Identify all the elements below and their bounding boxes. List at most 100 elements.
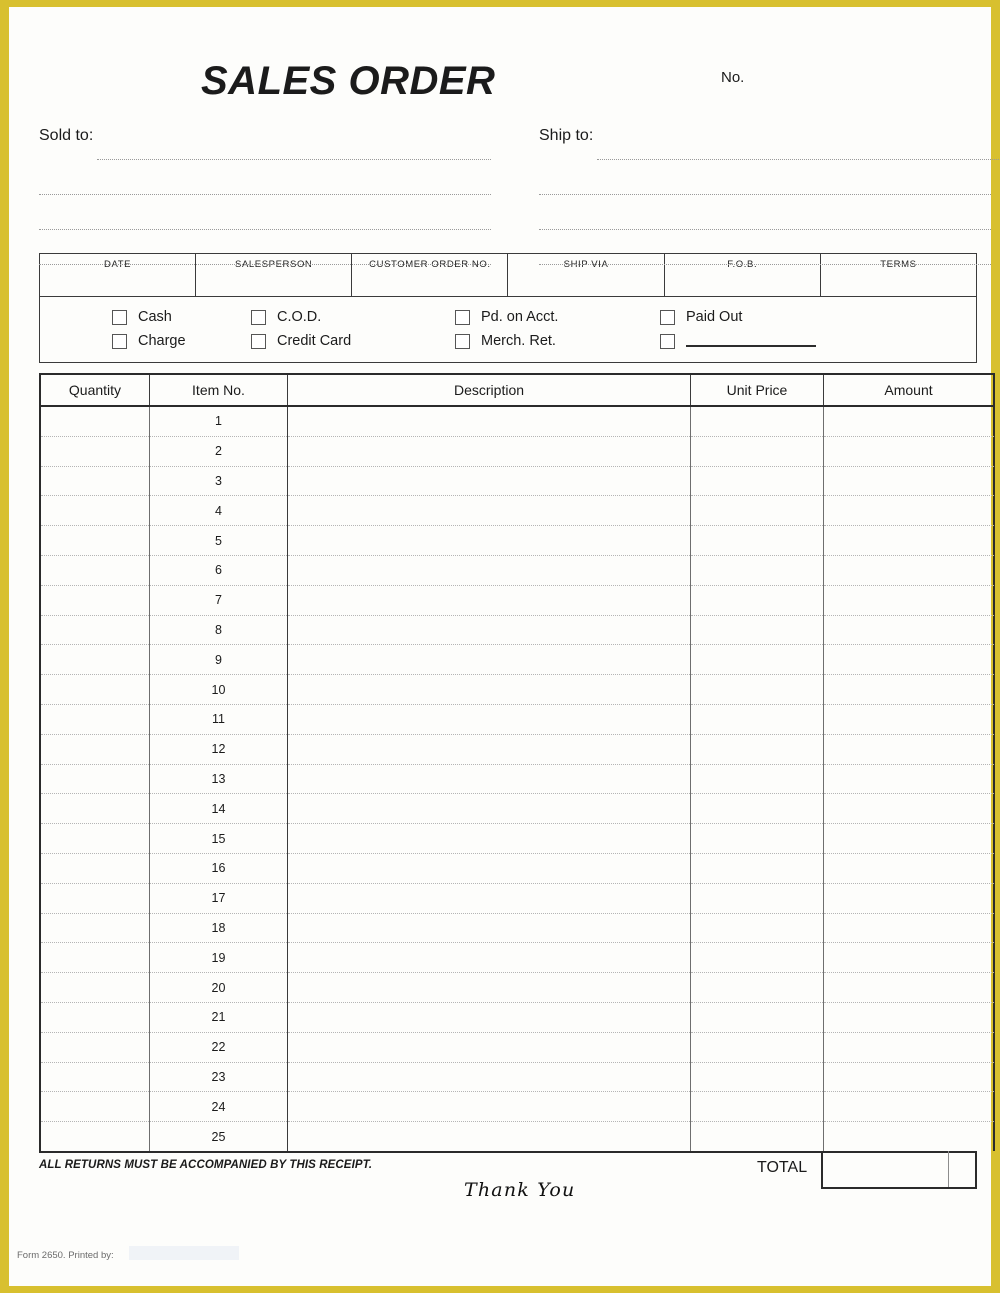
cell-description[interactable] <box>690 555 824 586</box>
cell-description[interactable] <box>690 942 824 974</box>
cell-description[interactable] <box>690 406 824 437</box>
cell-quantity[interactable] <box>39 853 150 884</box>
sold-to-line-4[interactable] <box>39 230 491 265</box>
payment-option-merch-ret[interactable]: Merch. Ret. <box>450 333 655 349</box>
cell-unit-price[interactable] <box>823 823 995 854</box>
cell-item-no[interactable] <box>287 1062 691 1093</box>
cell-quantity[interactable] <box>39 555 150 586</box>
cell-description[interactable] <box>690 1062 824 1093</box>
cell-quantity[interactable] <box>39 615 150 646</box>
cell-item-no[interactable] <box>287 704 691 735</box>
ship-to-line-2[interactable] <box>539 160 991 195</box>
cell-description[interactable] <box>690 972 824 1003</box>
cell-quantity[interactable] <box>39 406 150 437</box>
cell-unit-price[interactable] <box>823 1002 995 1033</box>
cell-item-no[interactable] <box>287 585 691 616</box>
payment-option-paid-out[interactable]: Paid Out <box>655 309 955 325</box>
cell-quantity[interactable] <box>39 674 150 705</box>
cell-description[interactable] <box>690 674 824 705</box>
cell-unit-price[interactable] <box>823 1032 995 1063</box>
cell-item-no[interactable] <box>287 406 691 437</box>
cell-unit-price[interactable] <box>823 436 995 467</box>
cell-unit-price[interactable] <box>823 495 995 527</box>
cell-unit-price[interactable] <box>823 1091 995 1123</box>
payment-option-charge[interactable]: Charge <box>40 333 245 349</box>
cell-description[interactable] <box>690 644 824 676</box>
cell-item-no[interactable] <box>287 793 691 825</box>
cell-quantity[interactable] <box>39 972 150 1003</box>
payment-option-other[interactable] <box>655 333 955 349</box>
cell-unit-price[interactable] <box>823 1121 995 1151</box>
payment-option-cod[interactable]: C.O.D. <box>245 309 450 325</box>
cell-unit-price[interactable] <box>823 644 995 676</box>
sold-to-line-3[interactable] <box>39 195 491 230</box>
cell-quantity[interactable] <box>39 525 150 556</box>
cell-quantity[interactable] <box>39 793 150 825</box>
cell-quantity[interactable] <box>39 644 150 676</box>
checkbox-icon[interactable] <box>660 333 675 349</box>
checkbox-icon[interactable] <box>251 309 266 325</box>
cell-description[interactable] <box>690 853 824 884</box>
cell-quantity[interactable] <box>39 704 150 735</box>
cell-item-no[interactable] <box>287 1002 691 1033</box>
cell-description[interactable] <box>690 615 824 646</box>
cell-unit-price[interactable] <box>823 883 995 914</box>
cell-description[interactable] <box>690 495 824 527</box>
checkbox-icon[interactable] <box>455 333 470 349</box>
cell-item-no[interactable] <box>287 1121 691 1151</box>
sold-to-line-2[interactable] <box>39 160 491 195</box>
cell-unit-price[interactable] <box>823 466 995 497</box>
cell-item-no[interactable] <box>287 734 691 765</box>
cell-unit-price[interactable] <box>823 1062 995 1093</box>
cell-description[interactable] <box>690 1121 824 1151</box>
payment-option-cash[interactable]: Cash <box>40 309 245 325</box>
cell-quantity[interactable] <box>39 764 150 795</box>
cell-item-no[interactable] <box>287 525 691 556</box>
cell-unit-price[interactable] <box>823 853 995 884</box>
cell-item-no[interactable] <box>287 644 691 676</box>
cell-description[interactable] <box>690 823 824 854</box>
cell-quantity[interactable] <box>39 823 150 854</box>
cell-description[interactable] <box>690 585 824 616</box>
cell-unit-price[interactable] <box>823 942 995 974</box>
cell-item-no[interactable] <box>287 764 691 795</box>
cell-quantity[interactable] <box>39 585 150 616</box>
cell-item-no[interactable] <box>287 883 691 914</box>
cell-description[interactable] <box>690 883 824 914</box>
cell-description[interactable] <box>690 525 824 556</box>
cell-quantity[interactable] <box>39 883 150 914</box>
cell-item-no[interactable] <box>287 436 691 467</box>
ship-to-line-4[interactable] <box>539 230 991 265</box>
ship-to-line-3[interactable] <box>539 195 991 230</box>
ship-to-line-1[interactable] <box>597 125 1000 160</box>
sold-to-line-1[interactable] <box>97 125 491 160</box>
cell-item-no[interactable] <box>287 913 691 944</box>
payment-option-write-in-line[interactable] <box>686 336 816 347</box>
cell-quantity[interactable] <box>39 1121 150 1151</box>
cell-quantity[interactable] <box>39 495 150 527</box>
cell-description[interactable] <box>690 466 824 497</box>
cell-item-no[interactable] <box>287 823 691 854</box>
total-amount-field[interactable] <box>821 1150 977 1189</box>
cell-item-no[interactable] <box>287 1032 691 1063</box>
cell-quantity[interactable] <box>39 466 150 497</box>
cell-item-no[interactable] <box>287 942 691 974</box>
cell-item-no[interactable] <box>287 615 691 646</box>
cell-unit-price[interactable] <box>823 585 995 616</box>
cell-quantity[interactable] <box>39 1091 150 1123</box>
cell-description[interactable] <box>690 436 824 467</box>
cell-description[interactable] <box>690 1002 824 1033</box>
cell-unit-price[interactable] <box>823 734 995 765</box>
cell-unit-price[interactable] <box>823 972 995 1003</box>
cell-unit-price[interactable] <box>823 525 995 556</box>
cell-quantity[interactable] <box>39 734 150 765</box>
cell-quantity[interactable] <box>39 1032 150 1063</box>
checkbox-icon[interactable] <box>112 333 127 349</box>
checkbox-icon[interactable] <box>112 309 127 325</box>
cell-quantity[interactable] <box>39 913 150 944</box>
cell-item-no[interactable] <box>287 495 691 527</box>
cell-quantity[interactable] <box>39 942 150 974</box>
cell-unit-price[interactable] <box>823 406 995 437</box>
cell-description[interactable] <box>690 1091 824 1123</box>
cell-item-no[interactable] <box>287 1091 691 1123</box>
